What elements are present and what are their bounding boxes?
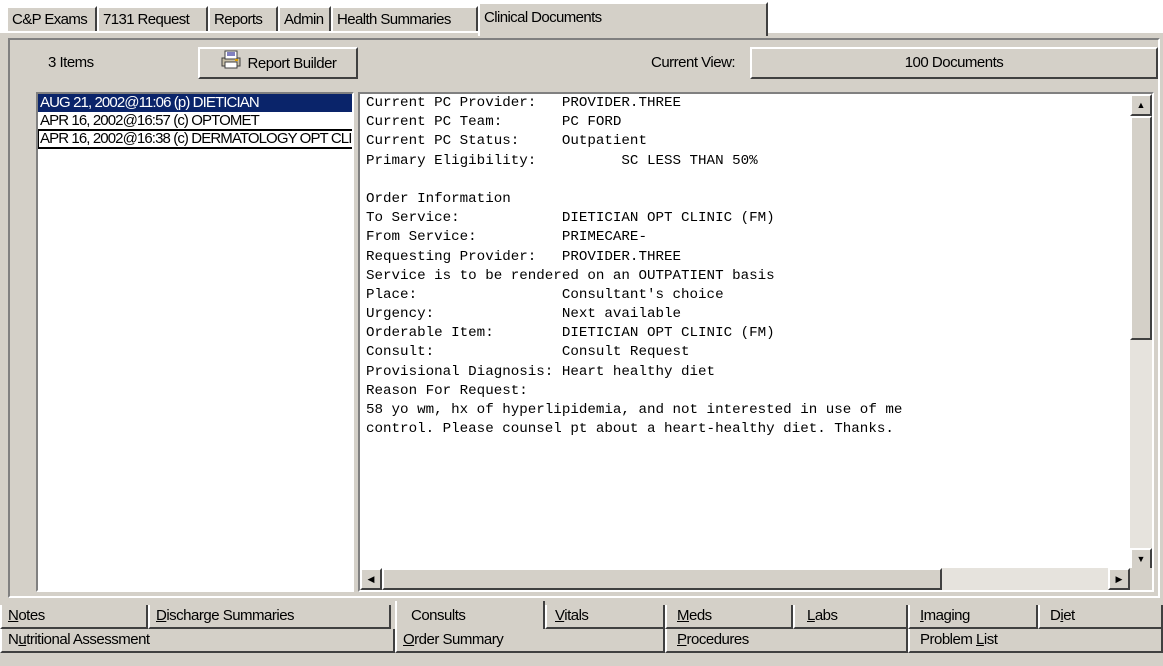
tab-cp-exams[interactable]: C&P Exams <box>6 6 97 31</box>
tab-health-summaries[interactable]: Health Summaries <box>331 6 478 31</box>
document-text-line: Orderable Item: DIETICIAN OPT CLINIC (FM… <box>366 325 775 342</box>
list-item[interactable]: APR 16, 2002@16:57 (c) OPTOMET <box>38 112 352 130</box>
scroll-down-icon[interactable]: ▼ <box>1130 548 1152 570</box>
horizontal-scroll-thumb[interactable] <box>382 568 942 590</box>
document-list[interactable]: AUG 21, 2002@11:06 (p) DIETICIAN APR 16,… <box>36 92 354 592</box>
document-text-line: Place: Consultant's choice <box>366 286 724 303</box>
document-text-line: Provisional Diagnosis: Heart healthy die… <box>366 363 716 380</box>
horizontal-scrollbar[interactable]: ◀ ▶ <box>360 568 1130 590</box>
bottom-tab-row-2: Nutritional Assessment Order Summary Pro… <box>0 629 1163 666</box>
scroll-left-icon[interactable]: ◀ <box>360 568 382 590</box>
tab-meds[interactable]: Meds <box>665 605 793 629</box>
tab-admin[interactable]: Admin <box>278 6 331 31</box>
clinical-documents-window: C&P Exams 7131 Request Reports Admin Hea… <box>0 0 1163 666</box>
tab-order-summary[interactable]: Order Summary <box>395 629 665 653</box>
report-builder-icon <box>220 49 242 79</box>
list-item[interactable]: APR 16, 2002@16:38 (c) DERMATOLOGY OPT C… <box>38 129 352 149</box>
current-view-button[interactable]: 100 Documents <box>750 47 1158 79</box>
document-text-line: Consult: Consult Request <box>366 344 690 361</box>
document-text-line: Current PC Team: PC FORD <box>366 114 622 131</box>
document-text: Current PC Provider: PROVIDER.THREE Curre… <box>366 94 1126 564</box>
report-builder-button[interactable]: Report Builder <box>198 47 358 79</box>
document-text-line: Urgency: Next available <box>366 306 682 323</box>
document-text-line: Order Information <box>366 190 511 207</box>
document-text-line: Service is to be rendered on an OUTPATIE… <box>366 267 775 284</box>
report-builder-label: Report Builder <box>247 54 337 72</box>
tab-procedures[interactable]: Procedures <box>665 629 908 653</box>
document-text-line: Current PC Provider: PROVIDER.THREE <box>366 95 682 111</box>
tab-reports[interactable]: Reports <box>208 6 278 31</box>
document-text-line: Current PC Status: Outpatient <box>366 133 647 150</box>
tab-labs[interactable]: Labs <box>793 605 908 629</box>
top-tab-bar: C&P Exams 7131 Request Reports Admin Hea… <box>0 0 1163 36</box>
document-text-line <box>366 171 1126 190</box>
vertical-scrollbar[interactable]: ▲ ▼ <box>1130 94 1152 570</box>
document-text-view[interactable]: Current PC Provider: PROVIDER.THREE Curre… <box>358 92 1154 592</box>
document-text-line: control. Please counsel pt about a heart… <box>366 421 894 438</box>
tab-discharge-summaries[interactable]: Discharge Summaries <box>148 605 391 629</box>
document-text-line: From Service: PRIMECARE- <box>366 229 647 246</box>
document-text-line: To Service: DIETICIAN OPT CLINIC (FM) <box>366 210 775 227</box>
tab-consults[interactable]: Consults <box>395 601 545 629</box>
tab-vitals[interactable]: Vitals <box>545 605 665 629</box>
tab-notes[interactable]: Notes <box>0 605 148 629</box>
document-text-line: Requesting Provider: PROVIDER.THREE <box>366 248 682 265</box>
document-text-line: Reason For Request: <box>366 382 528 399</box>
current-view-label: Current View: <box>651 54 736 71</box>
document-text-line: Primary Eligibility: SC LESS THAN 50% <box>366 152 758 169</box>
scroll-up-icon[interactable]: ▲ <box>1130 94 1152 116</box>
tab-imaging[interactable]: Imaging <box>908 605 1038 629</box>
tab-diet[interactable]: Diet <box>1038 605 1163 629</box>
tab-clinical-documents[interactable]: Clinical Documents <box>478 2 768 36</box>
scroll-right-icon[interactable]: ▶ <box>1108 568 1130 590</box>
tab-nutritional-assessment[interactable]: Nutritional Assessment <box>0 629 395 653</box>
vertical-scroll-thumb[interactable] <box>1130 116 1152 340</box>
scrollbar-corner <box>1130 568 1152 590</box>
items-count-label: 3 Items <box>48 54 94 71</box>
tab-problem-list[interactable]: Problem List <box>908 629 1163 653</box>
list-item[interactable]: AUG 21, 2002@11:06 (p) DIETICIAN <box>38 94 352 112</box>
tab-7131-request[interactable]: 7131 Request <box>97 6 208 31</box>
document-text-line: 58 yo wm, hx of hyperlipidemia, and not … <box>366 402 903 418</box>
